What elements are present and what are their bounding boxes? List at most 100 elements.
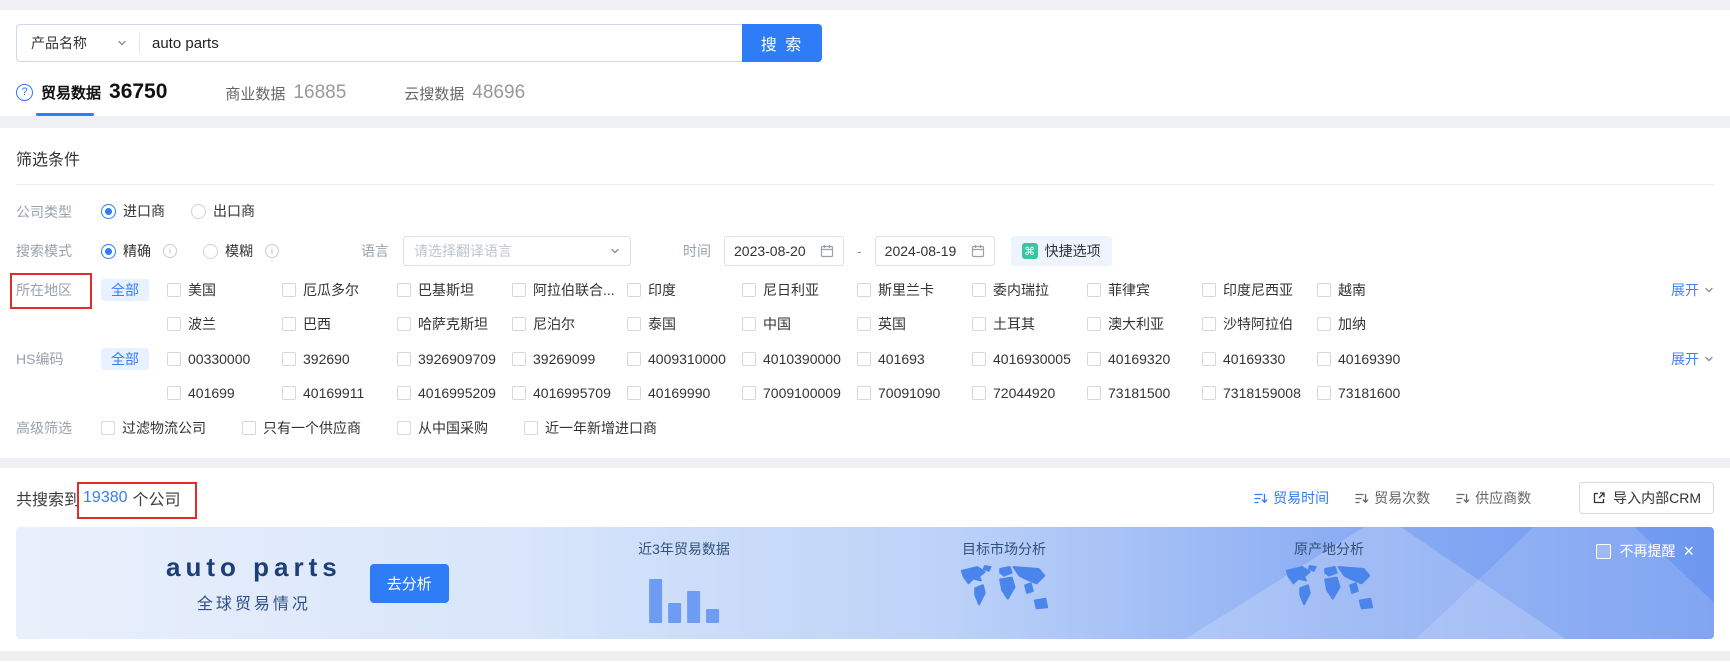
info-icon[interactable]: i	[265, 244, 279, 258]
checkbox-icon	[101, 421, 115, 435]
region-option[interactable]: 美国	[167, 279, 282, 301]
hs-code-option[interactable]: 4009310000	[627, 348, 742, 370]
region-option[interactable]: 菲律宾	[1087, 279, 1202, 301]
region-option[interactable]: 哈萨克斯坦	[397, 313, 512, 335]
language-select[interactable]: 请选择翻译语言	[403, 236, 631, 266]
search-category-value: 产品名称	[31, 35, 87, 51]
checkbox-icon	[1317, 386, 1331, 400]
hs-code-option[interactable]: 4010390000	[742, 348, 857, 370]
region-option[interactable]: 巴西	[282, 313, 397, 335]
region-option[interactable]: 印度	[627, 279, 742, 301]
region-option[interactable]: 沙特阿拉伯	[1202, 313, 1317, 335]
hs-code-option[interactable]: 72044920	[972, 382, 1087, 404]
hs-code-option[interactable]: 73181500	[1087, 382, 1202, 404]
hs-code-option[interactable]: 40169911	[282, 382, 397, 404]
hs-code-option[interactable]: 4016930005	[972, 348, 1087, 370]
dismiss-checkbox[interactable]	[1596, 543, 1612, 559]
hs-code-option[interactable]: 4016995709	[512, 382, 627, 404]
hs-code-option[interactable]: 392690	[282, 348, 397, 370]
sort-trade-count[interactable]: 贸易次数	[1355, 488, 1430, 508]
region-option[interactable]: 斯里兰卡	[857, 279, 972, 301]
sort-supplier-count[interactable]: 供应商数	[1456, 488, 1531, 508]
region-expand-link[interactable]: 展开	[1671, 279, 1714, 301]
region-option[interactable]: 越南	[1317, 279, 1432, 301]
checkbox-icon	[857, 317, 871, 331]
tab-count: 36750	[109, 80, 168, 103]
advanced-filter-row: 高级筛选 过滤物流公司 只有一个供应商 从中国采购 近一年新增进口商	[16, 417, 1714, 439]
sort-icon	[1456, 493, 1470, 503]
hs-code-option[interactable]: 40169330	[1202, 348, 1317, 370]
region-option[interactable]: 厄瓜多尔	[282, 279, 397, 301]
region-option[interactable]: 印度尼西亚	[1202, 279, 1317, 301]
region-option[interactable]: 澳大利亚	[1087, 313, 1202, 335]
region-option[interactable]: 波兰	[167, 313, 282, 335]
hs-code-option[interactable]: 73181600	[1317, 382, 1432, 404]
analysis-banner[interactable]: auto parts 全球贸易情况 去分析 近3年贸易数据 目标市场分析 原产地…	[16, 527, 1714, 639]
advanced-option[interactable]: 从中国采购	[397, 417, 488, 439]
checkbox-icon	[627, 317, 641, 331]
language-placeholder: 请选择翻译语言	[414, 243, 512, 259]
quick-options-button[interactable]: ⌘ 快捷选项	[1010, 236, 1112, 266]
region-options: 美国 厄瓜多尔 巴基斯坦 阿拉伯联合... 印度 尼日利亚 斯里兰卡 委内瑞拉 …	[167, 279, 1663, 335]
hs-code-option[interactable]: 4016995209	[397, 382, 512, 404]
checkbox-icon	[167, 386, 181, 400]
filter-panel: 筛选条件 公司类型 进口商 出口商 搜索模式 精确 i 模糊 i 语言 请选择翻译语…	[0, 128, 1730, 458]
hs-code-option[interactable]: 40169390	[1317, 348, 1432, 370]
export-icon	[1593, 492, 1605, 504]
info-icon[interactable]: i	[163, 244, 177, 258]
hs-code-option[interactable]: 40169320	[1087, 348, 1202, 370]
hs-code-option[interactable]: 39269099	[512, 348, 627, 370]
hs-code-option[interactable]: 401699	[167, 382, 282, 404]
radio-importer[interactable]: 进口商	[101, 201, 165, 221]
region-option[interactable]: 尼泊尔	[512, 313, 627, 335]
radio-exporter[interactable]: 出口商	[191, 201, 255, 221]
import-crm-button[interactable]: 导入内部CRM	[1579, 482, 1714, 514]
region-option[interactable]: 土耳其	[972, 313, 1087, 335]
region-option[interactable]: 英国	[857, 313, 972, 335]
search-panel: 产品名称 搜 索 ? 贸易数据 36750 商业数据 16885 云搜数据 48…	[0, 10, 1730, 116]
checkbox-icon	[282, 283, 296, 297]
search-button[interactable]: 搜 索	[742, 24, 822, 62]
advanced-option[interactable]: 只有一个供应商	[242, 417, 361, 439]
region-option[interactable]: 委内瑞拉	[972, 279, 1087, 301]
tab-trade-data[interactable]: ? 贸易数据 36750	[16, 80, 167, 116]
tab-business-data[interactable]: 商业数据 16885	[225, 82, 346, 116]
hs-code-option[interactable]: 00330000	[167, 348, 282, 370]
region-option[interactable]: 加纳	[1317, 313, 1432, 335]
hs-code-option[interactable]: 7318159008	[1202, 382, 1317, 404]
help-question-icon[interactable]: ?	[16, 83, 33, 101]
region-option[interactable]: 中国	[742, 313, 857, 335]
region-option[interactable]: 巴基斯坦	[397, 279, 512, 301]
hs-all-chip[interactable]: 全部	[101, 348, 149, 370]
advanced-option[interactable]: 过滤物流公司	[101, 417, 206, 439]
advanced-option[interactable]: 近一年新增进口商	[524, 417, 657, 439]
region-option[interactable]: 泰国	[627, 313, 742, 335]
checkbox-icon	[282, 317, 296, 331]
sort-trade-time[interactable]: 贸易时间	[1254, 488, 1329, 508]
analyze-button[interactable]: 去分析	[369, 563, 449, 603]
radio-fuzzy[interactable]: 模糊 i	[203, 236, 279, 266]
time-label: 时间	[683, 243, 711, 259]
search-input[interactable]	[140, 34, 742, 52]
radio-exact[interactable]: 精确 i	[101, 236, 177, 266]
advanced-filter-options: 过滤物流公司 只有一个供应商 从中国采购 近一年新增进口商	[101, 417, 657, 439]
checkbox-icon	[1087, 317, 1101, 331]
hs-code-expand-link[interactable]: 展开	[1671, 348, 1714, 370]
hs-code-option[interactable]: 7009100009	[742, 382, 857, 404]
hs-code-option[interactable]: 70091090	[857, 382, 972, 404]
filter-title: 筛选条件	[16, 152, 81, 169]
region-option[interactable]: 尼日利亚	[742, 279, 857, 301]
region-all-chip[interactable]: 全部	[101, 279, 149, 301]
results-panel: 共搜索到 19380 个公司 贸易时间 贸易次数 供应商数 导入内部CRM au…	[0, 468, 1730, 651]
search-category-dropdown[interactable]: 产品名称	[17, 33, 139, 53]
hs-code-option[interactable]: 401693	[857, 348, 972, 370]
hs-code-option[interactable]: 3926909709	[397, 348, 512, 370]
region-option[interactable]: 阿拉伯联合...	[512, 279, 627, 301]
end-date-picker[interactable]: 2024-08-19	[874, 236, 995, 266]
hs-code-option[interactable]: 40169990	[627, 382, 742, 404]
start-date-picker[interactable]: 2023-08-20	[724, 236, 844, 266]
checkbox-icon	[627, 352, 641, 366]
close-icon[interactable]: ×	[1683, 542, 1694, 560]
tab-cloud-search-data[interactable]: 云搜数据 48696	[404, 82, 525, 116]
checkbox-icon	[742, 317, 756, 331]
